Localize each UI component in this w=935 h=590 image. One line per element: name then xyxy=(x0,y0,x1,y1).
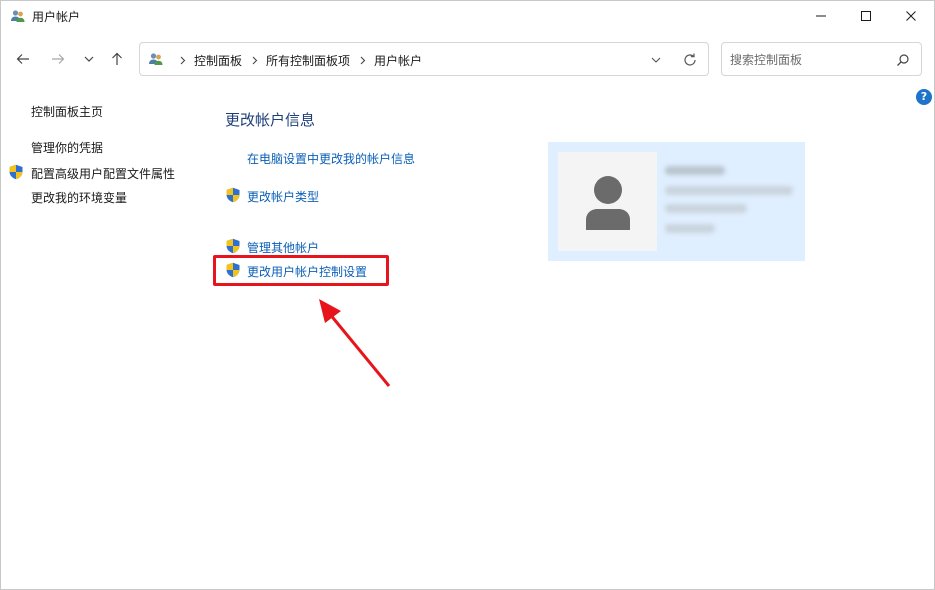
window-title: 用户帐户 xyxy=(32,10,81,24)
user-accounts-window: 用户帐户 控制面板 所有控制面板项 用户帐户 搜索控制面板 ? 控制面板主页 管… xyxy=(0,0,935,590)
breadcrumb-control-panel[interactable]: 控制面板 xyxy=(194,52,242,69)
advanced-profile-properties-link[interactable]: 配置高级用户配置文件属性 xyxy=(31,165,175,182)
address-bar[interactable]: 控制面板 所有控制面板项 用户帐户 xyxy=(139,42,709,76)
forward-button[interactable] xyxy=(46,47,70,71)
page-title: 更改帐户信息 xyxy=(225,111,316,129)
up-arrow-icon xyxy=(112,52,122,65)
search-input[interactable] xyxy=(730,51,890,69)
environment-variables-link[interactable]: 更改我的环境变量 xyxy=(31,189,127,206)
breadcrumb-user-accounts[interactable]: 用户帐户 xyxy=(374,52,422,69)
maximize-icon xyxy=(861,11,871,21)
user-accounts-icon xyxy=(149,53,163,65)
maximize-button[interactable] xyxy=(843,1,889,31)
uac-shield-icon xyxy=(226,187,240,203)
chevron-right-icon[interactable] xyxy=(250,54,260,68)
blurred-account-details xyxy=(665,164,797,240)
back-button[interactable] xyxy=(11,47,35,71)
chevron-right-icon[interactable] xyxy=(178,54,188,68)
annotation-arrow-icon xyxy=(319,299,391,387)
up-button[interactable] xyxy=(105,47,129,71)
uac-shield-icon xyxy=(9,164,23,180)
address-dropdown-icon[interactable] xyxy=(649,53,663,67)
user-account-tile xyxy=(548,142,805,261)
close-button[interactable] xyxy=(888,1,934,31)
help-button[interactable]: ? xyxy=(916,89,932,105)
chevron-down-icon xyxy=(84,56,94,62)
highlight-annotation-box xyxy=(213,255,389,286)
minimize-icon xyxy=(816,15,826,17)
title-bar: 用户帐户 xyxy=(1,1,934,31)
avatar xyxy=(558,152,657,251)
back-arrow-icon xyxy=(16,54,29,64)
search-icon[interactable] xyxy=(896,53,910,67)
breadcrumb-all-items[interactable]: 所有控制面板项 xyxy=(266,52,350,69)
control-panel-home-link[interactable]: 控制面板主页 xyxy=(31,103,103,120)
search-box[interactable] xyxy=(721,42,922,76)
chevron-right-icon[interactable] xyxy=(358,54,368,68)
breadcrumb: 控制面板 所有控制面板项 用户帐户 xyxy=(170,52,422,69)
manage-other-accounts-link[interactable]: 管理其他帐户 xyxy=(247,239,319,256)
change-account-type-link[interactable]: 更改帐户类型 xyxy=(247,188,319,205)
user-avatar-icon xyxy=(585,175,630,230)
recent-locations-button[interactable] xyxy=(77,47,101,71)
manage-credentials-link[interactable]: 管理你的凭据 xyxy=(31,139,103,156)
forward-arrow-icon xyxy=(52,54,65,64)
navigation-bar: 控制面板 所有控制面板项 用户帐户 xyxy=(1,39,934,79)
user-accounts-icon xyxy=(11,10,25,22)
close-icon xyxy=(906,11,916,21)
refresh-icon[interactable] xyxy=(682,52,698,68)
uac-shield-icon xyxy=(226,238,240,254)
pc-settings-account-link[interactable]: 在电脑设置中更改我的帐户信息 xyxy=(247,150,415,167)
minimize-button[interactable] xyxy=(798,1,844,31)
